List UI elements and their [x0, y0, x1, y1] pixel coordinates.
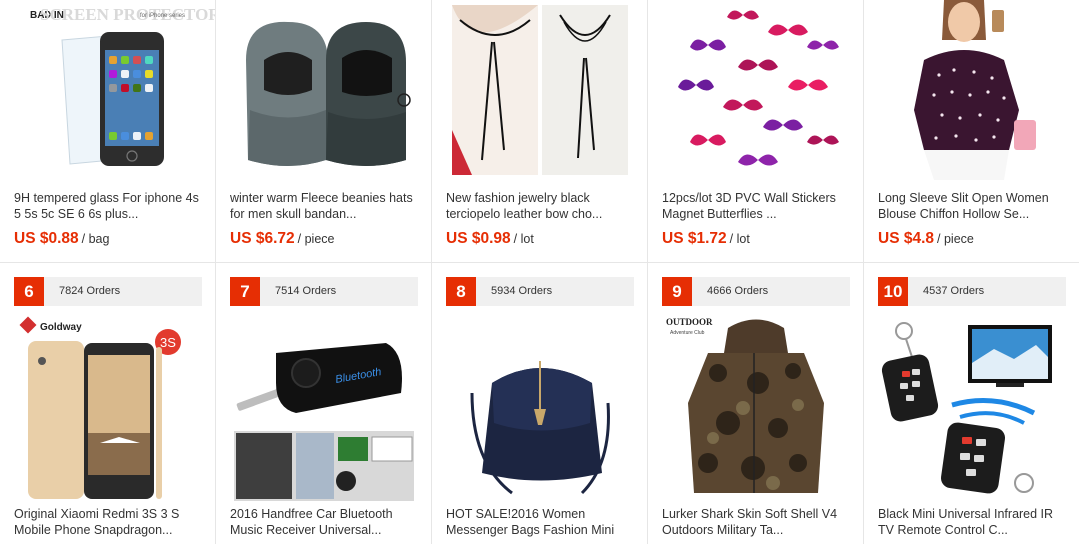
order-count: 7824 Orders: [59, 285, 121, 297]
product-card-tempered-glass[interactable]: BAIXIN SCREEN PROTECTOR for iPhone serie…: [0, 0, 216, 262]
product-card-butterflies[interactable]: 12pcs/lot 3D PVC Wall Stickers Magnet Bu…: [648, 0, 864, 262]
price-amount: US $0.88: [14, 230, 79, 247]
product-image[interactable]: OUTDOOR Adventure Club: [648, 313, 863, 508]
product-image[interactable]: BAIXIN SCREEN PROTECTOR for iPhone serie…: [0, 0, 215, 180]
product-title[interactable]: Lurker Shark Skin Soft Shell V4 Outdoors…: [662, 506, 853, 538]
order-count: 7514 Orders: [275, 285, 337, 297]
order-count: 4666 Orders: [707, 285, 769, 297]
brand-logo-text: Goldway: [40, 322, 82, 333]
price-amount: US $4.8: [878, 230, 935, 247]
price-unit: / lot: [729, 232, 750, 246]
product-image[interactable]: [648, 0, 863, 180]
price-unit: / piece: [297, 232, 335, 246]
product-title[interactable]: Original Xiaomi Redmi 3S 3 S Mobile Phon…: [14, 506, 205, 538]
product-image[interactable]: [432, 313, 647, 508]
product-image[interactable]: [216, 0, 431, 180]
product-image[interactable]: [864, 0, 1079, 180]
product-row-top: BAIXIN SCREEN PROTECTOR for iPhone serie…: [0, 0, 1079, 262]
banner-subtext: for iPhone series: [140, 13, 185, 19]
price-amount: US $1.72: [662, 230, 727, 247]
product-card-choker[interactable]: New fashion jewelry black terciopelo lea…: [432, 0, 648, 262]
product-title[interactable]: 9H tempered glass For iphone 4s 5 5s 5c …: [14, 190, 205, 222]
brand-logo-subtext: Adventure Club: [670, 330, 705, 336]
product-card-softshell-jacket[interactable]: 9 4666 Orders OUTDOOR Adventure Club Lur…: [648, 263, 864, 544]
rank-number: 8: [446, 277, 476, 306]
product-title[interactable]: Black Mini Universal Infrared IR TV Remo…: [878, 506, 1069, 538]
price-unit: / bag: [81, 232, 110, 246]
product-image[interactable]: Bluetooth: [216, 313, 431, 508]
price-amount: US $6.72: [230, 230, 295, 247]
order-count: 4537 Orders: [923, 285, 985, 297]
product-row-bottom: 6 7824 Orders Goldway 3S Original Xiaomi…: [0, 262, 1079, 544]
product-card-messenger-bag[interactable]: 8 5934 Orders HOT SALE!2016 Women Messen…: [432, 263, 648, 544]
rank-bar: 9 4666 Orders: [662, 277, 850, 306]
rank-number: 10: [878, 277, 908, 306]
rank-number: 9: [662, 277, 692, 306]
product-card-xiaomi-redmi[interactable]: 6 7824 Orders Goldway 3S Original Xiaomi…: [0, 263, 216, 544]
rank-bar: 7 7514 Orders: [230, 277, 418, 306]
product-image[interactable]: [864, 313, 1079, 508]
product-image[interactable]: [432, 0, 647, 180]
product-title[interactable]: 2016 Handfree Car Bluetooth Music Receiv…: [230, 506, 421, 538]
product-price: US $1.72/ lot: [662, 230, 750, 248]
price-unit: / lot: [513, 232, 534, 246]
price-unit: / piece: [937, 232, 974, 246]
product-title[interactable]: Long Sleeve Slit Open Women Blouse Chiff…: [878, 190, 1069, 222]
rank-number: 6: [14, 277, 44, 306]
rank-bar: 8 5934 Orders: [446, 277, 634, 306]
product-image[interactable]: Goldway 3S: [0, 313, 215, 508]
product-price: US $4.8/ piece: [878, 230, 974, 248]
product-title[interactable]: winter warm Fleece beanies hats for men …: [230, 190, 421, 222]
rank-bar: 10 4537 Orders: [878, 277, 1066, 306]
product-card-ir-remote[interactable]: 10 4537 Orders Black Mini Universal Infr…: [864, 263, 1079, 544]
rank-number: 7: [230, 277, 260, 306]
order-count: 5934 Orders: [491, 285, 553, 297]
product-title[interactable]: 12pcs/lot 3D PVC Wall Stickers Magnet Bu…: [662, 190, 853, 222]
product-title[interactable]: New fashion jewelry black terciopelo lea…: [446, 190, 637, 222]
rank-bar: 6 7824 Orders: [14, 277, 202, 306]
product-grid: BAIXIN SCREEN PROTECTOR for iPhone serie…: [0, 0, 1079, 544]
model-badge: 3S: [160, 335, 176, 350]
brand-logo-text: OUTDOOR: [666, 317, 713, 327]
product-card-bluetooth-receiver[interactable]: 7 7514 Orders Bluetooth 2016 Handfree Ca…: [216, 263, 432, 544]
product-title[interactable]: HOT SALE!2016 Women Messenger Bags Fashi…: [446, 506, 637, 538]
product-price: US $0.98/ lot: [446, 230, 534, 248]
product-card-fleece-beanies[interactable]: winter warm Fleece beanies hats for men …: [216, 0, 432, 262]
product-price: US $0.88/ bag: [14, 230, 109, 248]
product-card-blouse[interactable]: Long Sleeve Slit Open Women Blouse Chiff…: [864, 0, 1079, 262]
product-price: US $6.72/ piece: [230, 230, 334, 248]
price-amount: US $0.98: [446, 230, 511, 247]
banner-text: SCREEN PROTECTOR: [40, 5, 216, 24]
